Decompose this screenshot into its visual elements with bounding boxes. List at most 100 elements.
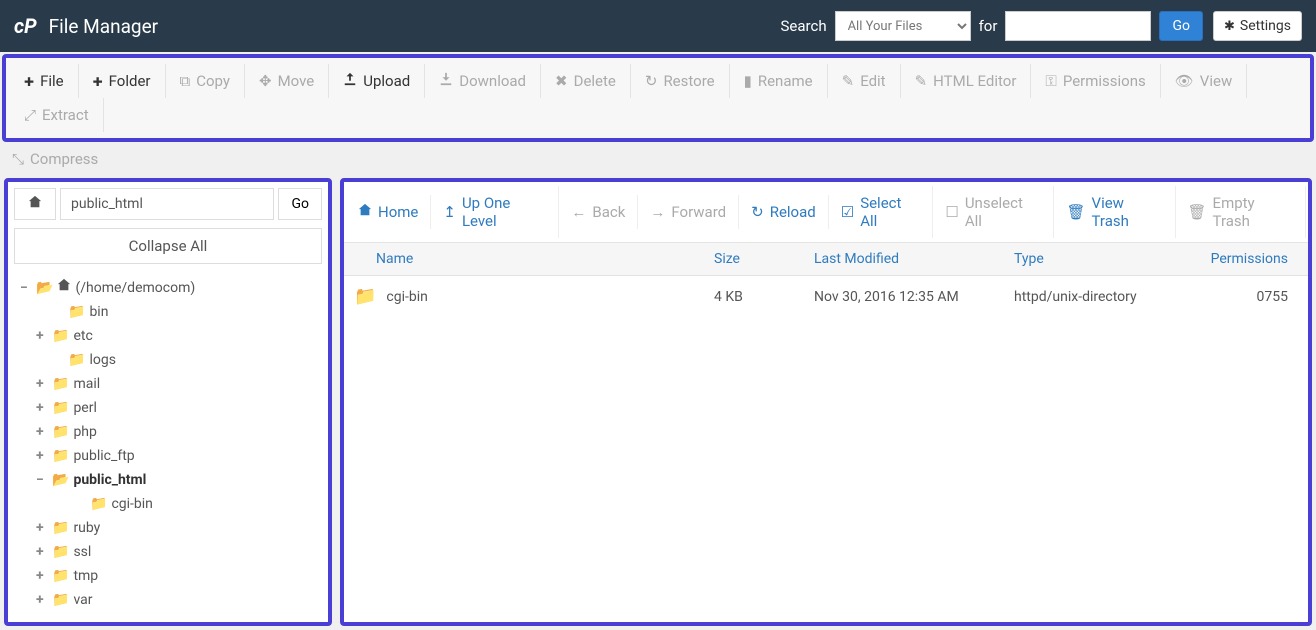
delete-icon: ✖ bbox=[555, 72, 568, 90]
tree-item[interactable]: +📁var bbox=[20, 588, 322, 612]
nav-up-button[interactable]: ↥Up One Level bbox=[431, 186, 559, 238]
uncheck-icon: ☐ bbox=[945, 203, 958, 221]
path-input[interactable] bbox=[60, 188, 274, 220]
upload-button[interactable]: Upload bbox=[329, 64, 425, 98]
nav-reload-label: Reload bbox=[770, 203, 816, 221]
tree-item[interactable]: +📁perl bbox=[20, 396, 322, 420]
column-size-header[interactable]: Size bbox=[704, 251, 804, 267]
delete-label: Delete bbox=[574, 72, 616, 90]
tree-item[interactable]: +📁ssl bbox=[20, 540, 322, 564]
select-all-label: Select All bbox=[860, 194, 920, 230]
download-label: Download bbox=[459, 72, 526, 90]
expand-icon[interactable]: + bbox=[36, 565, 48, 587]
settings-button[interactable]: Settings bbox=[1213, 11, 1302, 41]
folder-icon: 📁 bbox=[90, 493, 107, 515]
path-go-button[interactable]: Go bbox=[278, 188, 322, 220]
folder-icon: 📁 bbox=[52, 565, 69, 587]
edit-button[interactable]: ✎Edit bbox=[828, 64, 901, 98]
expand-icon[interactable]: + bbox=[36, 421, 48, 443]
folder-icon: 📁 bbox=[354, 286, 376, 307]
table-row[interactable]: 📁 cgi-bin 4 KB Nov 30, 2016 12:35 AM htt… bbox=[344, 276, 1308, 317]
folder-icon: 📁 bbox=[52, 589, 69, 611]
restore-button[interactable]: ↻Restore bbox=[631, 64, 730, 98]
main-toolbar: File Folder ⧉Copy ✥Move Upload Download … bbox=[6, 58, 1310, 138]
folder-icon: 📁 bbox=[52, 541, 69, 563]
nav-home-button[interactable]: Home bbox=[346, 195, 431, 229]
tree-item[interactable]: +📁tmp bbox=[20, 564, 322, 588]
new-file-button[interactable]: File bbox=[10, 64, 79, 98]
tree-item[interactable]: +📁public_ftp bbox=[20, 444, 322, 468]
tree-item-label: etc bbox=[73, 325, 92, 347]
settings-label: Settings bbox=[1240, 18, 1291, 34]
row-permissions: 0755 bbox=[1184, 289, 1308, 305]
unselect-all-label: Unselect All bbox=[965, 194, 1042, 230]
tree-item[interactable]: 📁bin bbox=[20, 300, 322, 324]
view-button[interactable]: 👁View bbox=[1161, 64, 1247, 98]
tree-item-selected[interactable]: −📂public_html bbox=[20, 468, 322, 492]
expand-icon[interactable]: + bbox=[36, 589, 48, 611]
compress-label: Compress bbox=[30, 150, 98, 168]
rename-button[interactable]: ▮Rename bbox=[730, 64, 828, 98]
column-type-header[interactable]: Type bbox=[1004, 251, 1184, 267]
tree-item[interactable]: +📁etc bbox=[20, 324, 322, 348]
extract-button[interactable]: ⤢Extract bbox=[10, 98, 104, 132]
download-icon bbox=[439, 72, 453, 90]
permissions-button[interactable]: ⚿Permissions bbox=[1031, 64, 1160, 98]
tree-item[interactable]: 📁cgi-bin bbox=[20, 492, 322, 516]
tree-root[interactable]: − 📂 (/home/democom) bbox=[20, 276, 322, 300]
select-all-button[interactable]: ☑Select All bbox=[829, 186, 934, 238]
copy-button[interactable]: ⧉Copy bbox=[166, 64, 245, 98]
home-button[interactable] bbox=[14, 188, 56, 220]
expand-icon[interactable]: + bbox=[36, 445, 48, 467]
table-header: Name Size Last Modified Type Permissions bbox=[344, 243, 1308, 276]
back-arrow-icon: ← bbox=[571, 203, 586, 221]
cpanel-logo: cP bbox=[14, 14, 37, 38]
file-label: File bbox=[40, 72, 64, 90]
expand-icon[interactable]: + bbox=[36, 373, 48, 395]
search-scope-select[interactable]: All Your Files bbox=[835, 11, 971, 41]
tree-item-label: var bbox=[73, 589, 92, 611]
view-trash-button[interactable]: 🗑View Trash bbox=[1054, 186, 1175, 238]
empty-trash-button[interactable]: 🗑Empty Trash bbox=[1176, 186, 1306, 238]
folder-icon: 📁 bbox=[52, 325, 69, 347]
nav-back-button[interactable]: ←Back bbox=[559, 195, 638, 229]
view-label: View bbox=[1200, 72, 1232, 90]
folder-icon: 📁 bbox=[52, 445, 69, 467]
expand-icon[interactable]: + bbox=[36, 517, 48, 539]
search-input[interactable] bbox=[1005, 11, 1151, 41]
tree-item[interactable]: +📁ruby bbox=[20, 516, 322, 540]
compress-button[interactable]: ⤡Compress bbox=[0, 144, 1316, 174]
nav-forward-button[interactable]: →Forward bbox=[638, 195, 739, 229]
html-editor-button[interactable]: ✎HTML Editor bbox=[901, 64, 1032, 98]
collapse-icon[interactable]: − bbox=[36, 469, 48, 491]
expand-icon[interactable]: + bbox=[36, 541, 48, 563]
column-name-header[interactable]: Name bbox=[344, 251, 704, 267]
collapse-all-button[interactable]: Collapse All bbox=[14, 228, 322, 264]
tree-item[interactable]: +📁mail bbox=[20, 372, 322, 396]
tree-item[interactable]: +📁php bbox=[20, 420, 322, 444]
row-size: 4 KB bbox=[704, 289, 804, 305]
search-go-button[interactable]: Go bbox=[1159, 11, 1203, 41]
new-folder-button[interactable]: Folder bbox=[79, 64, 166, 98]
permissions-label: Permissions bbox=[1063, 72, 1146, 90]
tree-item-label: perl bbox=[73, 397, 96, 419]
search-label: Search bbox=[781, 17, 827, 35]
tree-item-label: cgi-bin bbox=[111, 493, 152, 515]
delete-button[interactable]: ✖ Delete bbox=[541, 64, 631, 98]
unselect-all-button[interactable]: ☐ Unselect All bbox=[933, 186, 1054, 238]
forward-arrow-icon: → bbox=[650, 203, 665, 221]
column-permissions-header[interactable]: Permissions bbox=[1184, 251, 1308, 267]
move-button[interactable]: ✥ Move bbox=[245, 64, 329, 98]
move-label: Move bbox=[278, 72, 315, 90]
collapse-icon[interactable]: − bbox=[20, 277, 32, 299]
expand-icon[interactable]: + bbox=[36, 397, 48, 419]
tree-item[interactable]: 📁logs bbox=[20, 348, 322, 372]
home-icon bbox=[28, 195, 42, 213]
expand-icon[interactable]: + bbox=[36, 325, 48, 347]
download-button[interactable]: Download bbox=[425, 64, 541, 98]
move-icon: ✥ bbox=[259, 72, 272, 90]
folder-tree: − 📂 (/home/democom) 📁bin +📁etc 📁logs +📁m… bbox=[14, 272, 322, 616]
nav-reload-button[interactable]: ↻Reload bbox=[739, 195, 829, 229]
html-editor-label: HTML Editor bbox=[933, 72, 1016, 90]
column-modified-header[interactable]: Last Modified bbox=[804, 251, 1004, 267]
